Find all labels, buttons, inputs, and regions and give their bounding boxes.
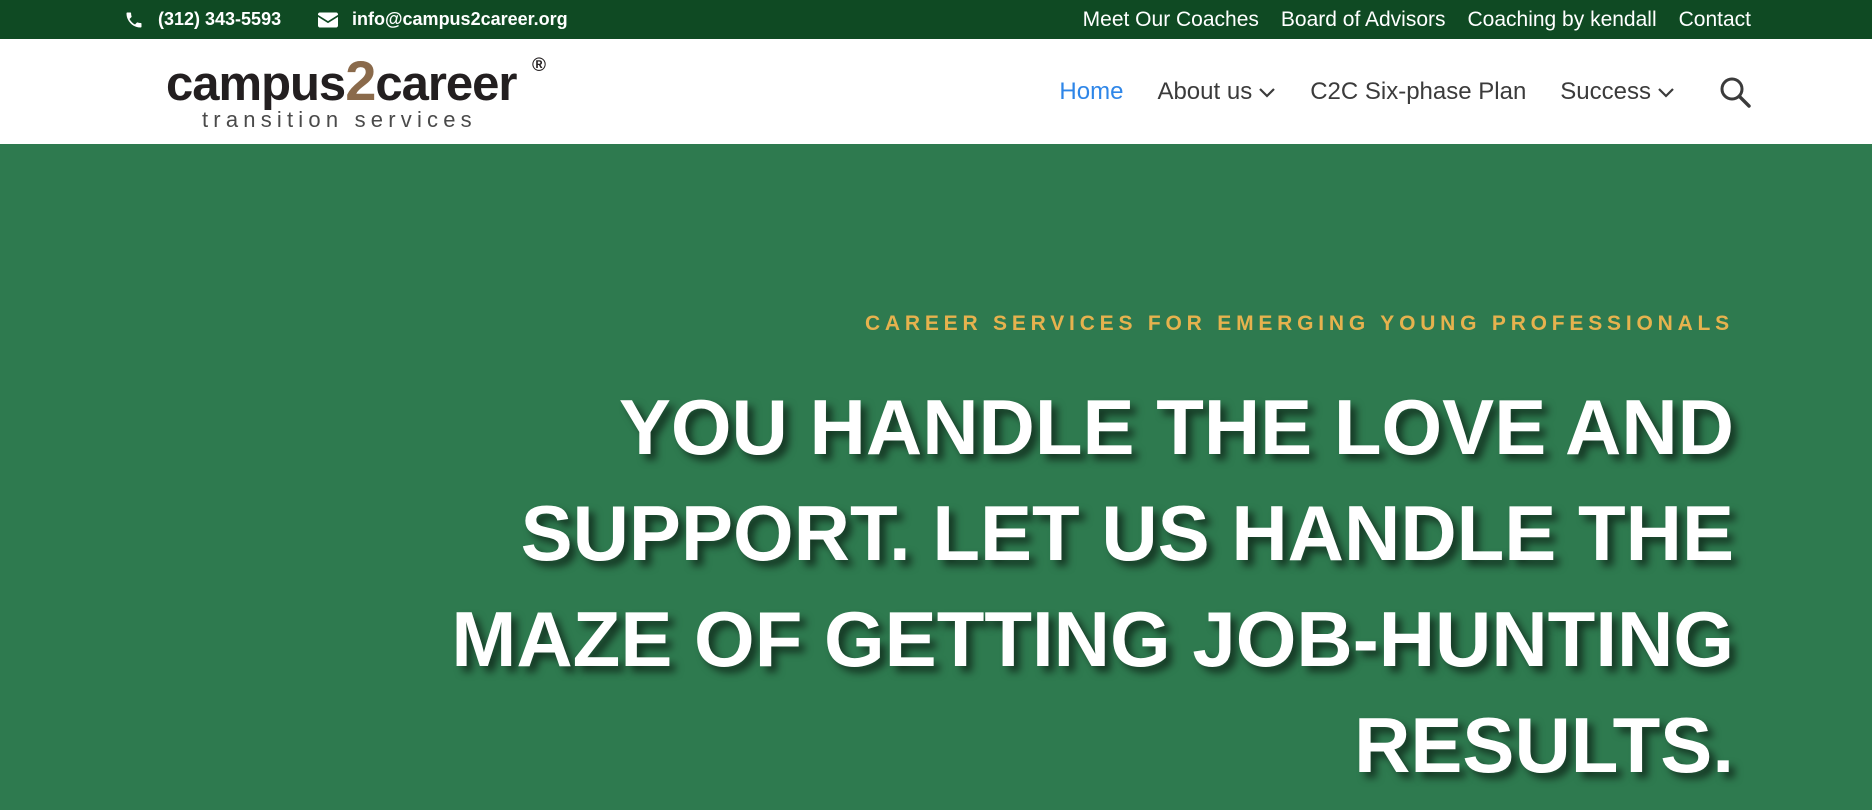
logo-tagline: transition services <box>202 107 477 132</box>
search-button[interactable] <box>1719 76 1751 108</box>
phone-icon <box>126 12 142 27</box>
search-icon <box>1720 77 1751 108</box>
registered-mark: ® <box>532 55 546 76</box>
phone-number: (312) 343-5593 <box>158 9 282 29</box>
email-address: info@campus2career.org <box>352 9 568 29</box>
nav-home[interactable]: Home <box>1059 78 1123 106</box>
envelope-icon <box>318 12 338 27</box>
top-links: Meet Our Coaches Board of Advisors Coach… <box>1061 0 1751 39</box>
logo-two: 2 <box>345 49 376 112</box>
chevron-down-icon <box>1259 87 1275 98</box>
logo-suffix: career <box>375 57 517 111</box>
site-header: campus2career ® transition services Home… <box>0 39 1872 144</box>
link-board-of-advisors[interactable]: Board of Advisors <box>1281 8 1446 32</box>
top-utility-bar: (312) 343-5593 info@campus2career.org Me… <box>0 0 1872 39</box>
nav-about-us[interactable]: About us <box>1157 78 1276 106</box>
nav-success-label: Success <box>1560 77 1651 105</box>
link-coaching-by-kendall[interactable]: Coaching by kendall <box>1468 8 1657 32</box>
nav-success[interactable]: Success <box>1560 78 1675 106</box>
hero-headline: YOU HANDLE THE LOVE AND SUPPORT. LET US … <box>451 383 1734 789</box>
nav-home-label: Home <box>1059 77 1124 105</box>
link-meet-our-coaches[interactable]: Meet Our Coaches <box>1083 8 1259 32</box>
link-contact[interactable]: Contact <box>1679 8 1751 32</box>
email-contact[interactable]: info@campus2career.org <box>318 0 568 39</box>
logo[interactable]: campus2career ® transition services <box>166 53 556 135</box>
main-nav: Home About us C2C Six-phase Plan Success <box>1025 39 1872 144</box>
nav-plan-label: C2C Six-phase Plan <box>1310 77 1527 105</box>
hero-section: CAREER SERVICES FOR EMERGING YOUNG PROFE… <box>0 144 1872 810</box>
chevron-down-icon <box>1658 87 1674 98</box>
nav-six-phase-plan[interactable]: C2C Six-phase Plan <box>1310 78 1526 106</box>
logo-prefix: campus <box>166 57 346 111</box>
hero-eyebrow: CAREER SERVICES FOR EMERGING YOUNG PROFE… <box>864 312 1734 335</box>
nav-about-label: About us <box>1157 77 1253 105</box>
logo-wordmark: campus2career <box>166 53 518 111</box>
phone-contact[interactable]: (312) 343-5593 <box>124 0 281 39</box>
